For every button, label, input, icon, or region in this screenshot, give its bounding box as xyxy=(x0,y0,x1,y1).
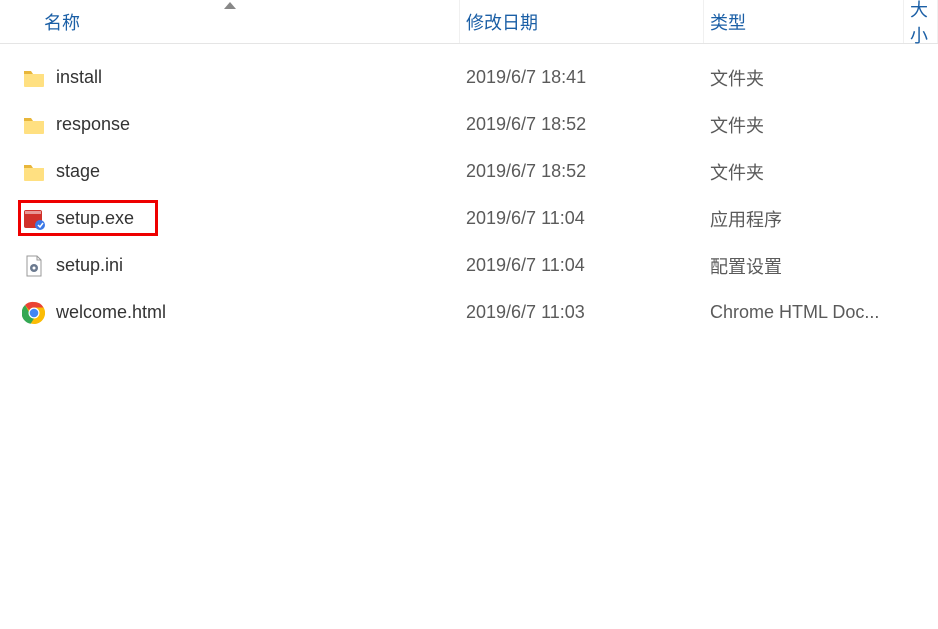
file-type: 应用程序 xyxy=(704,206,904,232)
file-type: 文件夹 xyxy=(704,159,904,185)
folder-icon xyxy=(22,113,46,137)
column-header-name[interactable]: 名称 xyxy=(0,0,460,43)
column-header-size-label: 大小 xyxy=(910,0,937,48)
column-header-modified-label: 修改日期 xyxy=(466,9,538,35)
file-row[interactable]: install 2019/6/7 18:41文件夹 xyxy=(0,54,938,101)
file-modified: 2019/6/7 11:04 xyxy=(460,208,704,229)
column-header-name-label: 名称 xyxy=(44,9,80,35)
column-header-modified[interactable]: 修改日期 xyxy=(460,0,704,43)
folder-icon xyxy=(22,66,46,90)
file-type: 配置设置 xyxy=(704,253,904,279)
file-modified: 2019/6/7 18:52 xyxy=(460,161,704,182)
file-row[interactable]: response 2019/6/7 18:52文件夹 xyxy=(0,101,938,148)
file-list: install2019/6/7 18:41文件夹response2019/6/7… xyxy=(0,44,938,336)
column-header-type[interactable]: 类型 xyxy=(704,0,904,43)
folder-icon xyxy=(22,160,46,184)
ini-icon xyxy=(22,254,46,278)
file-row[interactable]: stage 2019/6/7 18:52文件夹 xyxy=(0,148,938,195)
column-header-size[interactable]: 大小 xyxy=(904,0,938,43)
file-modified: 2019/6/7 11:03 xyxy=(460,302,704,323)
file-row[interactable]: setup.ini 2019/6/7 11:04配置设置 xyxy=(0,242,938,289)
file-name: install xyxy=(56,67,102,88)
column-header-row: 名称 修改日期 类型 大小 xyxy=(0,0,938,44)
file-name: setup.ini xyxy=(56,255,123,276)
file-type: 文件夹 xyxy=(704,65,904,91)
file-modified: 2019/6/7 11:04 xyxy=(460,255,704,276)
file-row[interactable]: welcome.html 2019/6/7 11:03Chrome HTML Do… xyxy=(0,289,938,336)
column-header-type-label: 类型 xyxy=(710,9,746,35)
file-name: welcome.html xyxy=(56,302,166,323)
file-name: response xyxy=(56,114,130,135)
file-name: setup.exe xyxy=(56,208,134,229)
exe-icon xyxy=(22,207,46,231)
chrome-icon xyxy=(22,301,46,325)
file-modified: 2019/6/7 18:52 xyxy=(460,114,704,135)
file-type: 文件夹 xyxy=(704,112,904,138)
file-row[interactable]: setup.exe 2019/6/7 11:04应用程序 xyxy=(0,195,938,242)
file-type: Chrome HTML Doc... xyxy=(704,302,904,323)
file-name: stage xyxy=(56,161,100,182)
sort-ascending-icon xyxy=(224,2,236,9)
file-modified: 2019/6/7 18:41 xyxy=(460,67,704,88)
